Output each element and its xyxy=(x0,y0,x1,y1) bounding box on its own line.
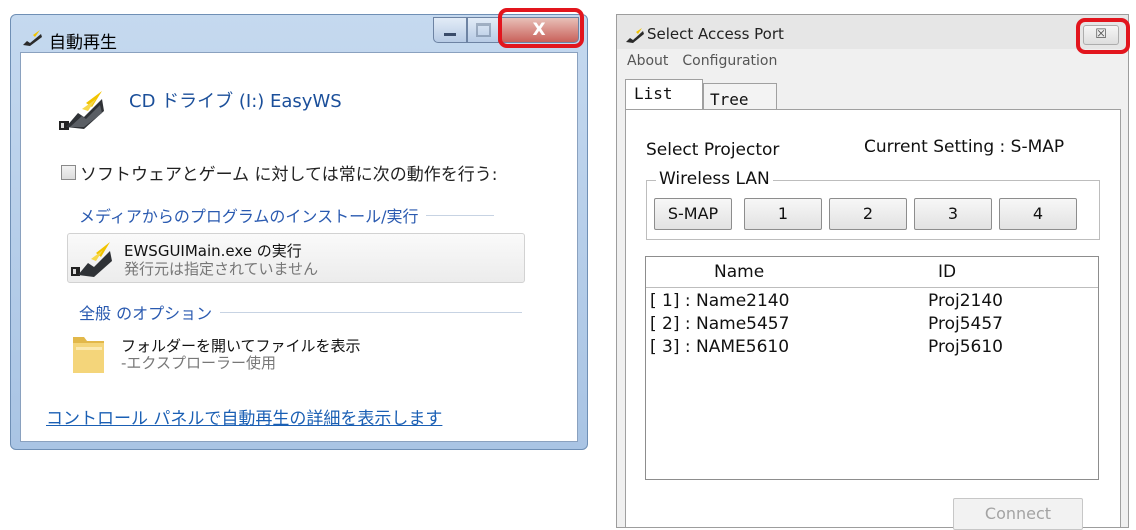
projector-list[interactable]: Name ID [ 1] : Name2140 Proj2140 [ 2] : … xyxy=(645,256,1099,480)
autoplay-app-icon xyxy=(23,30,42,46)
column-header-id[interactable]: ID xyxy=(938,262,956,282)
list-item-id: Proj5610 xyxy=(928,337,1003,357)
cd-drive-icon xyxy=(59,91,104,130)
minimize-icon xyxy=(444,32,456,36)
list-item-name: [ 3] : NAME5610 xyxy=(650,337,790,357)
maximize-icon xyxy=(475,23,491,37)
control-panel-link[interactable]: コントロール パネルで自動再生の詳細を表示します xyxy=(46,404,442,429)
wireless-lan-label: Wireless LAN xyxy=(656,169,773,189)
general-group-heading: 全般 のオプション xyxy=(79,300,523,324)
drive-label: CD ドライブ (I:) EasyWS xyxy=(129,91,342,112)
list-tab-panel: Select Projector Current Setting : S-MAP… xyxy=(625,109,1121,530)
folder-option-subtitle: -エクスプローラー使用 xyxy=(121,354,276,372)
maximize-button[interactable] xyxy=(467,17,499,43)
list-header: Name ID xyxy=(646,257,1098,288)
menu-about[interactable]: About xyxy=(627,53,668,69)
window-title: Select Access Port xyxy=(647,25,784,43)
wireless-smap-button[interactable]: S-MAP xyxy=(654,198,732,230)
group-divider xyxy=(220,311,523,313)
select-projector-label: Select Projector xyxy=(646,140,780,160)
tab-tree[interactable]: Tree xyxy=(703,83,777,109)
app-icon xyxy=(626,28,644,43)
wireless-2-button[interactable]: 2 xyxy=(829,198,907,230)
always-do-row[interactable]: ソフトウェアとゲーム に対しては常に次の動作を行う: xyxy=(61,160,497,185)
media-group-heading: メディアからのプログラムのインストール/実行 xyxy=(79,203,495,227)
wireless-1-button[interactable]: 1 xyxy=(744,198,822,230)
minimize-button[interactable] xyxy=(433,17,467,43)
always-do-checkbox[interactable] xyxy=(61,165,76,180)
program-icon xyxy=(71,242,112,277)
window-title: 自動再生 xyxy=(49,33,117,53)
general-group-label: 全般 のオプション xyxy=(79,304,213,323)
close-highlight xyxy=(1076,18,1130,54)
folder-icon xyxy=(73,337,104,373)
autoplay-content: CD ドライブ (I:) EasyWS ソフトウェアとゲーム に対しては常に次の… xyxy=(20,52,578,442)
wireless-3-button[interactable]: 3 xyxy=(914,198,992,230)
list-item-id: Proj2140 xyxy=(928,291,1003,311)
list-item-name: [ 1] : Name2140 xyxy=(650,291,790,311)
autoplay-window: 自動再生 X CD ドライブ (I:) EasyWS ソフトウェアとゲーム に対… xyxy=(10,14,588,450)
media-group-label: メディアからのプログラムのインストール/実行 xyxy=(79,207,419,226)
run-program-option[interactable]: EWSGUIMain.exe の実行 発行元は指定されていません xyxy=(67,233,525,283)
current-setting-label: Current Setting : S-MAP xyxy=(864,137,1065,157)
access-port-window: Select Access Port ☒ About Configuration… xyxy=(616,14,1129,530)
run-option-publisher: 発行元は指定されていません xyxy=(124,260,319,278)
title-bar: Select Access Port ☒ xyxy=(617,15,1128,49)
always-do-label: ソフトウェアとゲーム に対しては常に次の動作を行う: xyxy=(80,165,498,185)
close-highlight xyxy=(498,8,584,48)
list-item-id: Proj5457 xyxy=(928,314,1003,334)
menu-configuration[interactable]: Configuration xyxy=(682,53,777,69)
list-item-name: [ 2] : Name5457 xyxy=(650,314,790,334)
menu-bar: About Configuration xyxy=(627,53,777,69)
tab-list[interactable]: List xyxy=(625,79,703,111)
wireless-4-button[interactable]: 4 xyxy=(999,198,1077,230)
group-divider xyxy=(426,214,495,216)
connect-button[interactable]: Connect xyxy=(953,498,1083,530)
column-header-name[interactable]: Name xyxy=(714,262,764,282)
